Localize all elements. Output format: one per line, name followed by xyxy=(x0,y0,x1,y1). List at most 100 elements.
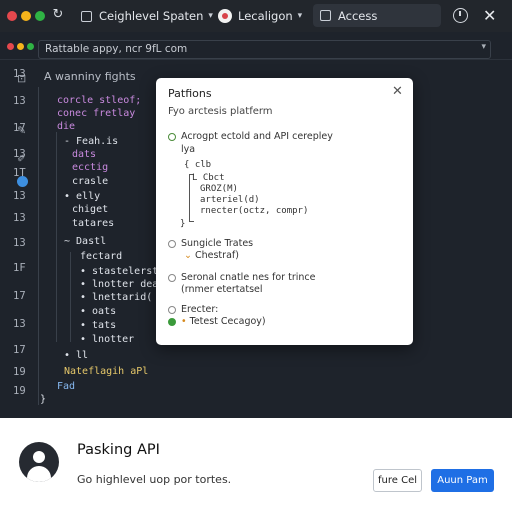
workspace-selector[interactable]: Ceighlevel Spaten ▾ xyxy=(81,6,213,26)
code-line: chiget xyxy=(72,204,109,215)
access-icon xyxy=(320,10,331,21)
option4-radio[interactable] xyxy=(168,306,176,314)
code-line: • oats xyxy=(80,306,117,317)
code-line: die xyxy=(57,121,76,132)
option4-sub-row: • Tetest Cecagoy) xyxy=(181,316,266,327)
code-line: Fad xyxy=(57,381,76,392)
option4-check[interactable] xyxy=(168,318,176,326)
line-number: 13 xyxy=(13,68,26,80)
option3-sub: (rnmer etertatsel xyxy=(181,284,263,295)
code-line: rnecter(octz, compr) xyxy=(200,206,309,216)
editor-close-button[interactable] xyxy=(7,43,14,50)
workspace-icon xyxy=(81,10,92,22)
line-number: 13 xyxy=(13,190,26,202)
location-icon xyxy=(218,9,232,23)
cancel-button[interactable]: fure Cel xyxy=(373,469,422,492)
avatar-icon xyxy=(19,442,59,482)
code-line: arteriel(d) xyxy=(200,195,260,205)
code-line: tatares xyxy=(72,218,115,229)
option4-sub: Tetest Cecagoy) xyxy=(189,316,266,327)
line-number: 19 xyxy=(13,385,26,397)
option1-radio[interactable] xyxy=(168,133,176,141)
close-window-button[interactable] xyxy=(7,11,17,21)
code-line: • ll xyxy=(64,350,89,361)
line-number: 17 xyxy=(13,122,26,134)
line-number: 17 xyxy=(13,344,26,356)
indent-guide xyxy=(70,252,71,342)
editor-header: Rattable appy, ncr 9fL com ▾ xyxy=(0,32,512,60)
location-selector[interactable]: Lecaligon ▾ xyxy=(218,6,302,26)
top-bar: ↻ Ceighlevel Spaten ▾ Lecaligon ▾ Access… xyxy=(0,0,512,32)
code-line: crasle xyxy=(72,176,109,187)
line-number: 1T xyxy=(13,167,26,179)
code-line: ~ Dastl xyxy=(64,236,107,247)
option4-label[interactable]: Erecter: xyxy=(181,304,218,315)
notification-title: Pasking API xyxy=(77,442,160,458)
power-icon[interactable] xyxy=(453,8,468,23)
line-number: 19 xyxy=(13,366,26,378)
line-number: 1F xyxy=(13,262,26,274)
code-line: ecctig xyxy=(72,162,109,173)
url-bar[interactable]: Rattable appy, ncr 9fL com ▾ xyxy=(38,40,491,59)
code-line: { clb xyxy=(184,160,212,170)
dialog-subtitle: Fyo arctesis platferm xyxy=(168,106,273,117)
editor-hint: A wanniny fights xyxy=(44,70,136,83)
indent-guide xyxy=(38,87,39,405)
chevron-right-icon: ⌄ xyxy=(184,250,195,261)
platforms-dialog: Patfions ✕ Fyo arctesis platferm Acrogpt… xyxy=(156,78,413,345)
api-notification: Pasking API Go highlevel uop por tortes.… xyxy=(0,418,512,512)
notification-description: Go highlevel uop por tortes. xyxy=(77,473,232,486)
option1-sub: lya xyxy=(181,144,196,155)
code-line: • lnotter xyxy=(80,334,135,345)
primary-button[interactable]: Auun Pam xyxy=(431,469,494,492)
line-number: 17 xyxy=(13,290,26,302)
minimize-window-button[interactable] xyxy=(21,11,31,21)
access-label: Access xyxy=(338,8,378,23)
editor-minimize-button[interactable] xyxy=(17,43,24,50)
line-number: 13 xyxy=(13,148,26,160)
code-line: • elly xyxy=(64,191,101,202)
avatar-head xyxy=(33,451,45,463)
option3-radio[interactable] xyxy=(168,274,176,282)
indent-guide xyxy=(56,132,57,342)
code-brace: } xyxy=(180,219,186,229)
code-line: fectard xyxy=(80,251,123,262)
option2-label[interactable]: Sungicle Trates xyxy=(181,238,253,249)
workspace-label: Ceighlevel Spaten xyxy=(99,9,204,23)
code-line: L Cbct xyxy=(192,173,225,183)
line-number: 13 xyxy=(13,95,26,107)
code-line: • lnettarid( xyxy=(80,292,153,303)
code-line: Nateflagih aPl xyxy=(64,366,149,377)
code-line: } xyxy=(40,394,47,405)
close-icon[interactable]: ✕ xyxy=(392,84,403,99)
code-line: - Feah.is xyxy=(64,136,119,147)
option1-label[interactable]: Acrogpt ectold and API cerepley xyxy=(181,131,333,142)
code-line: GROZ(M) xyxy=(200,184,238,194)
maximize-window-button[interactable] xyxy=(35,11,45,21)
option2-sub-row: ⌄ Chestraf) xyxy=(184,250,239,261)
access-button[interactable]: Access xyxy=(313,4,441,27)
window-controls xyxy=(7,11,45,21)
line-number: 13 xyxy=(13,237,26,249)
reload-icon[interactable]: ↻ xyxy=(51,8,65,22)
option2-radio[interactable] xyxy=(168,240,176,248)
line-number: 13 xyxy=(13,212,26,224)
line-number: 13 xyxy=(13,318,26,330)
code-line: dats xyxy=(72,149,97,160)
avatar-body xyxy=(27,466,51,482)
url-text: Rattable appy, ncr 9fL com xyxy=(45,43,188,55)
close-icon[interactable]: ✕ xyxy=(483,6,496,25)
chevron-down-icon: ▾ xyxy=(208,11,213,21)
chevron-down-icon[interactable]: ▾ xyxy=(481,42,486,52)
dialog-title: Patfions xyxy=(168,87,212,100)
code-line: conec fretlay xyxy=(57,108,136,119)
option2-sub: Chestraf) xyxy=(194,250,239,261)
location-label: Lecaligon xyxy=(238,9,293,23)
arrow-icon: • xyxy=(181,316,190,327)
option3-label[interactable]: Seronal cnatle nes for trince xyxy=(181,272,315,283)
code-line: • tats xyxy=(80,320,117,331)
chevron-down-icon: ▾ xyxy=(297,11,303,21)
editor-maximize-button[interactable] xyxy=(27,43,34,50)
editor-window-controls xyxy=(7,43,34,50)
code-line: corcle stleof; xyxy=(57,95,142,106)
